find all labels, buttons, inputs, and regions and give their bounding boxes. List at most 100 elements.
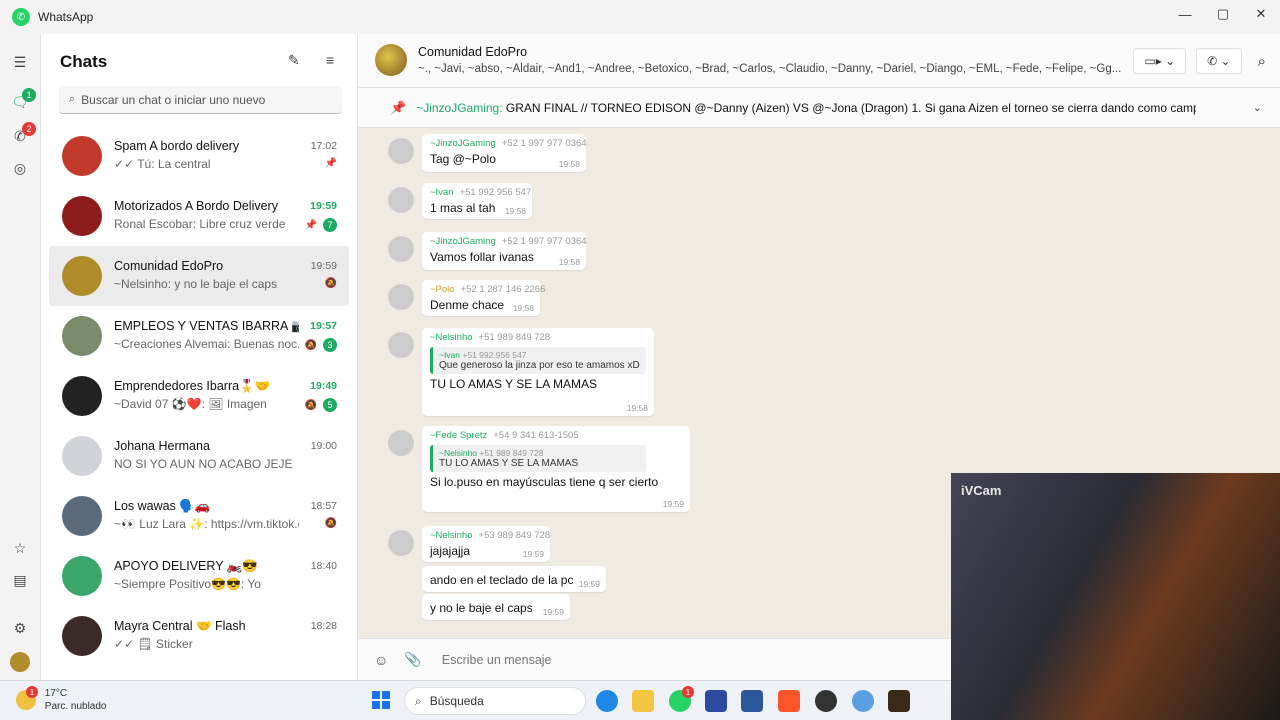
chat-list-panel: Chats ✎ ≡ ⌕ Buscar un chat o iniciar uno… xyxy=(40,34,358,680)
chat-list-item[interactable]: EMPLEOS Y VENTAS IBARRA 📷🔐 ~Creaciones Al… xyxy=(49,306,349,366)
quoted-message[interactable]: ~Ivan +51 992 956 547 Que generoso la jin… xyxy=(430,347,646,374)
message-sender[interactable]: ~Nelsinho +53 989 849 728 xyxy=(430,530,550,541)
video-call-button[interactable]: ▭▸ ⌄ xyxy=(1133,48,1187,74)
chat-avatar xyxy=(62,136,102,176)
message-bubble[interactable]: ~Nelsinho +51 989 849 728 ~Ivan +51 992 95… xyxy=(422,328,654,416)
message-bubble[interactable]: ~Polo +52 1 287 146 2266 Denme chace 19:58 xyxy=(422,280,545,316)
sender-phone: +54 9 341 613-1505 xyxy=(493,430,579,441)
group-avatar[interactable] xyxy=(375,44,407,76)
chat-preview: ✓✓ 🗒 Sticker xyxy=(114,637,193,651)
chat-meta: 📌 xyxy=(325,158,337,169)
chat-preview: ~Siempre Positivo😎😎: Yo xyxy=(114,577,261,591)
profile-avatar[interactable] xyxy=(10,652,30,672)
message-bubble[interactable]: y no le baje el caps 19:59 xyxy=(422,594,570,620)
close-button[interactable]: ✕ xyxy=(1242,0,1280,28)
store-icon[interactable] xyxy=(705,690,727,712)
sender-name: ~JinzoJGaming xyxy=(430,236,496,247)
windows-start-icon[interactable] xyxy=(372,691,390,709)
message-bubble[interactable]: ~JinzoJGaming +52 1 997 977 0364 Tag @~Pol… xyxy=(422,134,587,172)
conversation-header: Comunidad EdoPro ~., ~Javi, ~abso, ~Alda… xyxy=(358,34,1280,88)
quoted-author: ~Nelsinho xyxy=(439,448,478,458)
sender-phone: +53 989 849 728 xyxy=(478,530,551,541)
sender-avatar[interactable] xyxy=(388,430,414,456)
taskbar-search[interactable]: ⌕ Búsqueda xyxy=(404,687,586,715)
obs-icon[interactable] xyxy=(815,690,837,712)
app-title: WhatsApp xyxy=(38,10,94,24)
sender-avatar[interactable] xyxy=(388,530,414,556)
chat-name: Comunidad EdoPro xyxy=(114,259,224,273)
chat-list-item[interactable]: APOYO DELIVERY 🏍️😎 ~Siempre Positivo😎😎: Y… xyxy=(49,546,349,606)
message-sender[interactable]: ~Nelsinho +51 989 849 728 xyxy=(430,332,646,343)
chat-list-item[interactable]: Los wawas 🗣️🚗 ~👀 Luz Lara ✨: https://vm.t… xyxy=(49,486,349,546)
starred-icon[interactable]: ☆ xyxy=(10,538,30,558)
sender-avatar[interactable] xyxy=(388,236,414,262)
message-bubble[interactable]: ando en el teclado de la pc 19:59 xyxy=(422,566,606,592)
menu-icon[interactable]: ☰ xyxy=(10,52,30,72)
message-time: 19:59 xyxy=(662,499,684,509)
sender-phone: +51 989 849 728 xyxy=(478,332,551,343)
chat-search-icon[interactable]: ⌕ xyxy=(1258,53,1266,70)
unread-count: 5 xyxy=(323,398,337,412)
pinned-message-bar[interactable]: 📌 ~JinzoJGaming: GRAN FINAL // TORNEO ED… xyxy=(358,88,1280,128)
message-bubble[interactable]: ~Ivan +51 992 956 547 1 mas al tah 19:58 xyxy=(422,183,532,219)
chat-list-item[interactable]: Mayra Central 🤝 Flash ✓✓ 🗒 Sticker 18:28 xyxy=(49,606,349,666)
sender-avatar[interactable] xyxy=(388,284,414,310)
message-bubble[interactable]: ~Nelsinho +53 989 849 728 jajajajja 19:59 xyxy=(422,526,550,562)
sender-phone: +51 992 956 547 xyxy=(459,187,532,198)
new-chat-icon[interactable]: ✎ xyxy=(288,52,300,69)
file-explorer-icon[interactable] xyxy=(632,690,654,712)
brave-icon[interactable] xyxy=(778,690,800,712)
word-icon[interactable] xyxy=(741,690,763,712)
message-text: ando en el teclado de la pc xyxy=(430,573,574,587)
chat-avatar xyxy=(62,316,102,356)
weather-desc: Parc. nublado xyxy=(44,701,107,712)
status-icon[interactable]: ◎ xyxy=(10,158,30,178)
chat-list-item[interactable]: Johana Hermana NO SI YO AUN NO ACABO JEJE… xyxy=(49,426,349,486)
message-sender[interactable]: ~Polo +52 1 287 146 2266 xyxy=(430,284,545,295)
chat-meta: 🔕 3 xyxy=(305,338,337,352)
quoted-message[interactable]: ~Nelsinho +51 989 849 728 TU LO AMAS Y SE… xyxy=(430,445,646,472)
message-sender[interactable]: ~Fede Spretz +54 9 341 613-1505 xyxy=(430,430,682,441)
message-input[interactable]: Escribe un mensaje xyxy=(442,653,552,667)
group-members: ~., ~Javi, ~abso, ~Aldair, ~And1, ~Andre… xyxy=(418,63,1122,75)
chat-list-item[interactable]: Comunidad EdoPro ~Nelsinho: y no le baje … xyxy=(49,246,349,306)
edge-icon[interactable] xyxy=(596,690,618,712)
message-sender[interactable]: ~JinzoJGaming +52 1 997 977 0364 xyxy=(430,138,587,149)
sender-avatar[interactable] xyxy=(388,187,414,213)
message-bubble[interactable]: ~JinzoJGaming +52 1 997 977 0364 Vamos fol… xyxy=(422,232,587,270)
pinned-message-text: ~JinzoJGaming: GRAN FINAL // TORNEO EDIS… xyxy=(416,101,1196,115)
taskbar: 17°C Parc. nublado ⌕ Búsqueda 1 1 xyxy=(0,680,951,720)
pin-icon: 📌 xyxy=(304,219,317,231)
chat-list-item[interactable]: Emprendedores Ibarra🎖️🤝 ~David 07 ⚽❤️: 🖼 … xyxy=(49,366,349,426)
sender-avatar[interactable] xyxy=(388,332,414,358)
emoji-icon[interactable]: ☺ xyxy=(374,652,388,668)
chat-list: Spam A bordo delivery ✓✓ Tú: La central 17… xyxy=(49,126,349,666)
sender-avatar[interactable] xyxy=(388,138,414,164)
sender-phone: +52 1 287 146 2266 xyxy=(460,284,546,295)
quoted-author: ~Ivan xyxy=(439,350,461,360)
message-sender[interactable]: ~Ivan +51 992 956 547 xyxy=(430,187,531,198)
minimize-button[interactable]: — xyxy=(1166,0,1204,28)
message-bubble[interactable]: ~Fede Spretz +54 9 341 613-1505 ~Nelsinho … xyxy=(422,426,690,512)
nav-rail: ☰ 🗨 1 ✆ 2 ◎ ☆ ▤ ⚙ xyxy=(0,34,40,680)
filter-icon[interactable]: ≡ xyxy=(326,52,334,68)
chevron-down-icon[interactable]: ⌄ xyxy=(1253,101,1262,114)
maximize-button[interactable]: ▢ xyxy=(1204,0,1242,28)
archive-icon[interactable]: ▤ xyxy=(10,570,30,590)
voice-call-button[interactable]: ✆ ⌄ xyxy=(1196,48,1242,74)
search-input[interactable]: ⌕ Buscar un chat o iniciar uno nuevo xyxy=(59,86,342,114)
title-bar: ✆ WhatsApp — ▢ ✕ xyxy=(0,0,1280,34)
attach-icon[interactable]: 📎 xyxy=(404,651,421,668)
chat-preview: Ronal Escobar: Libre cruz verde xyxy=(114,217,286,231)
chat-preview: ~Nelsinho: y no le baje el caps xyxy=(114,277,278,291)
chat-list-item[interactable]: Motorizados A Bordo Delivery Ronal Escoba… xyxy=(49,186,349,246)
game-app-icon[interactable] xyxy=(888,690,910,712)
chat-list-item[interactable]: Spam A bordo delivery ✓✓ Tú: La central 17… xyxy=(49,126,349,186)
settings-gear-icon[interactable]: ⚙ xyxy=(10,618,30,638)
message-sender[interactable]: ~JinzoJGaming +52 1 997 977 0364 xyxy=(430,236,587,247)
muted-icon: 🔕 xyxy=(304,399,317,411)
group-name[interactable]: Comunidad EdoPro xyxy=(418,45,527,59)
chat-avatar xyxy=(62,256,102,296)
chat-name: Johana Hermana xyxy=(114,439,210,453)
ivcam-app-icon[interactable] xyxy=(852,690,874,712)
